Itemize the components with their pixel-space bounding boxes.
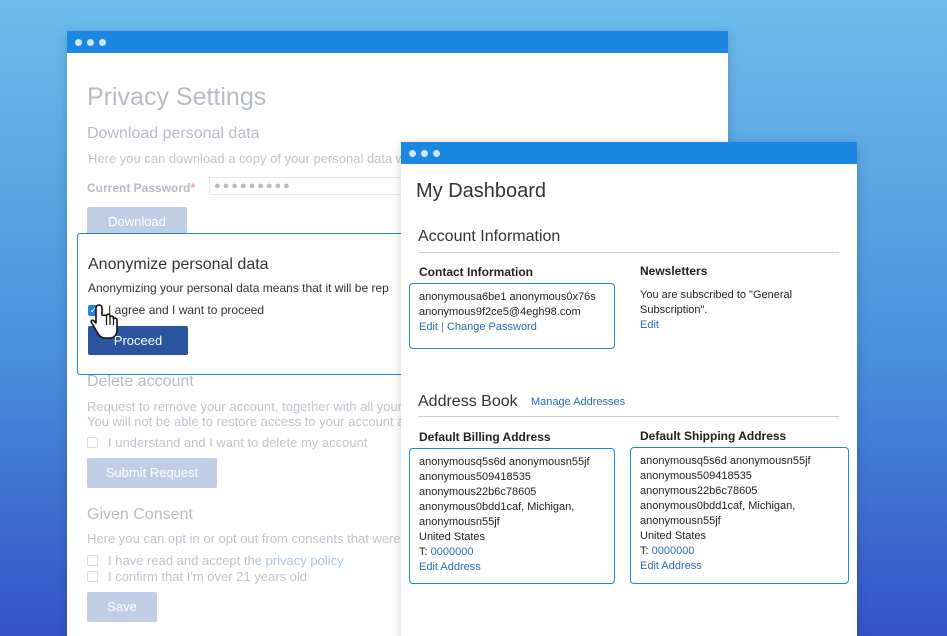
password-label-text: Current Password xyxy=(87,181,191,195)
dashboard-title: My Dashboard xyxy=(416,180,547,202)
delete-confirm-checkbox[interactable] xyxy=(87,437,98,448)
window-dot-icon[interactable] xyxy=(75,38,82,46)
billing-line: United States xyxy=(419,531,486,543)
anonymize-heading: Anonymize personal data xyxy=(88,256,269,273)
billing-line: anonymousn55jf xyxy=(419,516,500,528)
window-dot-icon[interactable] xyxy=(421,149,428,157)
address-book-heading: Address Book xyxy=(418,393,518,410)
shipping-phone-link[interactable]: 0000000 xyxy=(652,545,695,557)
newsletters-heading: Newsletters xyxy=(640,264,708,278)
shipping-line: anonymous509418535 xyxy=(640,470,752,482)
hand-pointer-icon xyxy=(90,304,118,339)
shipping-address-box: anonymousq5s6d anonymousn55jf anonymous5… xyxy=(630,447,849,584)
delete-confirm-label: I understand and I want to delete my acc… xyxy=(108,435,368,450)
manage-addresses-link[interactable]: Manage Addresses xyxy=(531,396,625,408)
contact-information-box: anonymousa6be1 anonymous0x76s anonymous9… xyxy=(409,283,615,349)
shipping-line: anonymousq5s6d anonymousn55jf xyxy=(640,455,811,467)
anonymize-agree-label: I agree and I want to proceed xyxy=(108,303,265,317)
download-description: Here you can download a copy of your per… xyxy=(88,151,413,166)
contact-email: anonymous9f2ce5@4egh98.com xyxy=(419,306,581,318)
delete-account-heading: Delete account xyxy=(87,373,194,390)
billing-edit-address-link[interactable]: Edit Address xyxy=(419,561,481,573)
privacy-policy-prefix: I have read and accept the xyxy=(108,553,266,568)
billing-address-heading: Default Billing Address xyxy=(419,430,551,444)
address-book-divider xyxy=(418,416,839,417)
consent-description: Here you can opt in or opt out from cons… xyxy=(87,531,412,546)
privacy-policy-label: I have read and accept the privacy polic… xyxy=(108,553,344,568)
anonymize-card: Anonymize personal data Anonymizing your… xyxy=(77,233,417,375)
change-password-link[interactable]: Change Password xyxy=(447,321,537,333)
contact-information-heading: Contact Information xyxy=(419,265,533,279)
anonymize-description: Anonymizing your personal data means tha… xyxy=(88,281,389,295)
account-information-heading: Account Information xyxy=(418,228,561,245)
privacy-policy-link[interactable]: privacy policy xyxy=(266,553,344,568)
billing-line: anonymous22b6c78605 xyxy=(419,486,537,498)
window-dot-icon[interactable] xyxy=(87,38,94,46)
password-label: Current Password* xyxy=(87,181,195,195)
billing-line: anonymous0bdd1caf, Michigan, xyxy=(419,501,575,513)
delete-description-1: Request to remove your account, together… xyxy=(87,399,413,414)
dashboard-window-titlebar xyxy=(401,142,857,164)
window-dot-icon[interactable] xyxy=(409,149,416,157)
link-separator: | xyxy=(441,321,444,333)
shipping-phone-prefix: T: xyxy=(640,545,652,557)
billing-address-box: anonymousq5s6d anonymousn55jf anonymous5… xyxy=(409,448,615,584)
contact-edit-link[interactable]: Edit xyxy=(419,321,438,333)
given-consent-heading: Given Consent xyxy=(87,506,193,523)
save-button[interactable]: Save xyxy=(87,592,157,622)
billing-phone-link[interactable]: 0000000 xyxy=(431,546,474,558)
billing-phone-prefix: T: xyxy=(419,546,431,558)
privacy-policy-checkbox[interactable] xyxy=(87,555,98,566)
shipping-line: anonymous0bdd1caf, Michigan, xyxy=(640,500,796,512)
account-info-divider xyxy=(418,252,839,253)
privacy-page-title: Privacy Settings xyxy=(87,83,267,111)
newsletter-status-line-2: Subscription". xyxy=(640,304,708,316)
shipping-edit-address-link[interactable]: Edit Address xyxy=(640,560,702,572)
billing-line: anonymous509418535 xyxy=(419,471,531,483)
submit-request-button[interactable]: Submit Request xyxy=(87,458,217,488)
window-dot-icon[interactable] xyxy=(433,149,440,157)
newsletter-edit-link[interactable]: Edit xyxy=(640,319,659,331)
required-mark: * xyxy=(190,181,196,195)
dashboard-window: My Dashboard Account Information Contact… xyxy=(401,142,857,636)
shipping-line: United States xyxy=(640,530,707,542)
contact-name: anonymousa6be1 anonymous0x76s xyxy=(419,291,596,303)
age-confirm-label: I confirm that I'm over 21 years old xyxy=(108,569,308,584)
shipping-line: anonymousn55jf xyxy=(640,515,721,527)
privacy-window-titlebar xyxy=(67,31,728,53)
newsletter-status-line-1: You are subscribed to "General xyxy=(640,289,793,301)
download-heading: Download personal data xyxy=(87,125,260,142)
age-confirm-checkbox[interactable] xyxy=(87,571,98,582)
shipping-address-heading: Default Shipping Address xyxy=(640,429,787,443)
current-password-input[interactable]: ●●●●●●●●● xyxy=(209,177,409,195)
shipping-line: anonymous22b6c78605 xyxy=(640,485,758,497)
billing-line: anonymousq5s6d anonymousn55jf xyxy=(419,456,590,468)
delete-description-2: You will not be able to restore access t… xyxy=(87,414,412,429)
window-dot-icon[interactable] xyxy=(99,38,106,46)
